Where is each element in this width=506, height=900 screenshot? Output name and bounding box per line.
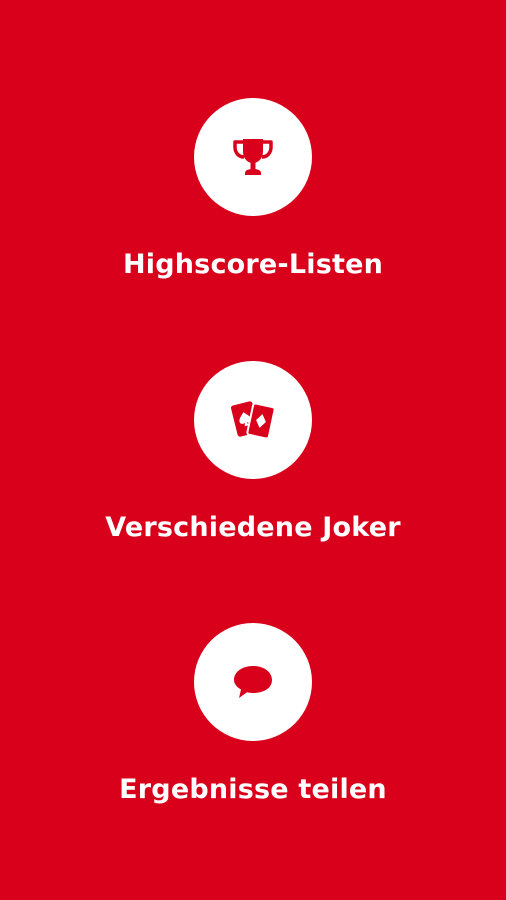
share-icon-circle [194,623,312,741]
playing-cards-icon [230,401,276,440]
feature-highscore: Highscore-Listen [0,98,506,281]
trophy-icon [233,139,273,175]
joker-icon-circle [194,361,312,479]
feature-screen: Highscore-Listen Verschiedene Joker Erge… [0,0,506,900]
speech-bubble-icon [234,666,272,698]
feature-label-highscore: Highscore-Listen [122,249,384,280]
highscore-icon-circle [194,98,312,216]
feature-share: Ergebnisse teilen [0,623,506,806]
feature-joker: Verschiedene Joker [0,361,506,544]
feature-label-share: Ergebnisse teilen [119,774,387,805]
feature-label-joker: Verschiedene Joker [105,512,401,543]
